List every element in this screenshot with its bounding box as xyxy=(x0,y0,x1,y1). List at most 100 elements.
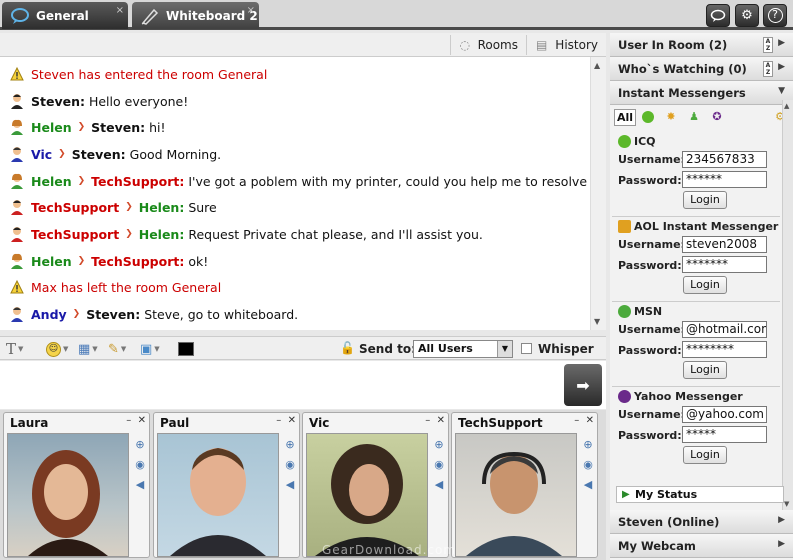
whiteboard-icon xyxy=(141,8,159,25)
msn-password-field[interactable]: ******** xyxy=(682,341,767,358)
send-arrow-icon: ➡ xyxy=(576,375,590,395)
webcam-controls[interactable]: – ✕ xyxy=(425,415,445,426)
recipient-name[interactable]: TechSupport: xyxy=(91,254,184,269)
zoom-icon[interactable]: ⊕ xyxy=(135,438,144,451)
person-silhouette xyxy=(28,450,108,556)
webcam-video xyxy=(306,433,428,557)
zoom-icon[interactable]: ⊕ xyxy=(583,438,592,451)
webcam-controls[interactable]: – ✕ xyxy=(276,415,296,426)
aol-login-button[interactable]: Login xyxy=(683,276,727,294)
msn-username-field[interactable]: @hotmail.com xyxy=(682,321,767,338)
msn-login-button[interactable]: Login xyxy=(683,361,727,379)
msn-icon xyxy=(618,305,631,318)
aol-username-field[interactable]: steven2008 xyxy=(682,236,767,253)
user-in-room-header[interactable]: User In Room (2) AZ ▶ xyxy=(610,33,793,57)
sidebar-scrollbar[interactable]: ▲ ▼ xyxy=(782,100,793,512)
icq-password-field[interactable]: ****** xyxy=(682,171,767,188)
speaker-icon[interactable]: ◀ xyxy=(286,478,294,491)
sender-name[interactable]: Andy xyxy=(31,307,67,322)
webcam-controls[interactable]: – ✕ xyxy=(126,415,146,426)
icq-login-button[interactable]: Login xyxy=(683,191,727,209)
zoom-icon[interactable]: ⊕ xyxy=(434,438,443,451)
help-button[interactable]: ? xyxy=(763,4,787,27)
scroll-up-icon[interactable]: ▲ xyxy=(784,102,789,110)
sort-az-icon[interactable]: AZ xyxy=(763,37,773,53)
chat-scrollbar[interactable]: ▲ ▼ xyxy=(590,57,606,330)
tab-general[interactable]: General × xyxy=(2,2,128,29)
top-tab-bar: General × Whiteboard 2 × ⚙ ? xyxy=(0,0,793,30)
tab-whiteboard[interactable]: Whiteboard 2 × xyxy=(132,2,259,29)
sender-name[interactable]: TechSupport xyxy=(31,227,119,242)
webcam-side-controls[interactable]: ⊕ ◉ ◀ xyxy=(283,435,297,495)
chat-bubble-button[interactable] xyxy=(706,4,730,27)
sort-az-icon[interactable]: AZ xyxy=(763,61,773,77)
instant-messengers-header[interactable]: Instant Messengers ▼ xyxy=(610,81,793,105)
username-label: Username: xyxy=(618,408,685,421)
close-icon[interactable]: × xyxy=(116,5,124,16)
list-item: Steven has entered the room General xyxy=(10,64,267,84)
image-button[interactable]: ▣ ▼ xyxy=(140,339,160,359)
person-silhouette xyxy=(170,448,266,556)
yahoo-icon xyxy=(618,390,631,403)
settings-button[interactable]: ⚙ xyxy=(735,4,759,27)
icq-username-field[interactable]: 234567833 xyxy=(682,151,767,168)
text-format-button[interactable]: T ▼ xyxy=(6,339,23,359)
aol-password-field[interactable]: ******* xyxy=(682,256,767,273)
speaker-icon[interactable]: ◀ xyxy=(136,478,144,491)
webcam-icon[interactable]: ◉ xyxy=(285,458,295,471)
recipient-name[interactable]: Helen: xyxy=(139,227,185,242)
recipient-name[interactable]: TechSupport: xyxy=(91,174,184,189)
message-list: Steven has entered the room General Stev… xyxy=(0,57,606,330)
yahoo-login-button[interactable]: Login xyxy=(683,446,727,464)
my-status-label: My Status xyxy=(635,488,698,501)
yahoo-password-field[interactable]: ***** xyxy=(682,426,767,443)
my-webcam-header[interactable]: My Webcam ▶ xyxy=(610,534,793,558)
whisper-checkbox[interactable] xyxy=(521,343,532,354)
recipient-name[interactable]: Steven: xyxy=(91,120,145,135)
whos-watching-header[interactable]: Who`s Watching (0) AZ ▶ xyxy=(610,57,793,81)
webcam-side-controls[interactable]: ⊕ ◉ ◀ xyxy=(133,435,147,495)
webcam-controls[interactable]: – ✕ xyxy=(574,415,594,426)
webcam-icon[interactable]: ◉ xyxy=(434,458,444,471)
webcam-side-controls[interactable]: ⊕ ◉ ◀ xyxy=(581,435,595,495)
sender-name[interactable]: Helen xyxy=(31,254,72,269)
tab-all[interactable]: All xyxy=(614,109,636,126)
sender-name[interactable]: Helen xyxy=(31,120,72,135)
zoom-icon[interactable]: ⊕ xyxy=(285,438,294,451)
webcam-icon[interactable]: ◉ xyxy=(583,458,593,471)
insert-button[interactable]: ▦ ▼ xyxy=(78,339,98,359)
tab-icq[interactable] xyxy=(639,109,657,126)
history-button[interactable]: ▤ History xyxy=(526,35,604,55)
send-to-select[interactable]: All Users ▼ xyxy=(413,340,513,358)
rooms-button[interactable]: ◌ Rooms xyxy=(450,35,524,55)
tab-msn[interactable]: ♟ xyxy=(685,109,703,126)
tab-aol[interactable]: ✸ xyxy=(662,109,680,126)
scroll-down-icon[interactable]: ▼ xyxy=(784,500,789,508)
recipient-name[interactable]: Steven: xyxy=(72,147,126,162)
close-icon[interactable]: × xyxy=(247,5,255,16)
tab-yahoo[interactable]: ✪ xyxy=(708,109,726,126)
emoticon-button[interactable]: ☺ ▼ xyxy=(46,339,68,359)
sender-name[interactable]: Helen xyxy=(31,174,72,189)
scroll-up-icon[interactable]: ▲ xyxy=(594,61,600,70)
color-picker-button[interactable] xyxy=(178,339,194,359)
recipient-name[interactable]: Steven: xyxy=(86,307,140,322)
my-status-button[interactable]: ▶ My Status xyxy=(616,486,784,503)
yahoo-username-field[interactable]: @yahoo.com xyxy=(682,406,767,423)
sender-name[interactable]: Vic xyxy=(31,147,52,162)
clear-button[interactable]: ✎ ▼ xyxy=(108,339,126,359)
webcam-side-controls[interactable]: ⊕ ◉ ◀ xyxy=(432,435,446,495)
webcam-icon[interactable]: ◉ xyxy=(135,458,145,471)
message-text: hi! xyxy=(149,119,166,135)
scroll-down-icon[interactable]: ▼ xyxy=(594,317,600,326)
rooms-icon: ◌ xyxy=(459,38,471,52)
send-button[interactable]: ➡ xyxy=(564,364,602,406)
speaker-icon[interactable]: ◀ xyxy=(584,478,592,491)
recipient-name[interactable]: Helen: xyxy=(139,200,185,215)
speaker-icon[interactable]: ◀ xyxy=(435,478,443,491)
sender-name[interactable]: Steven: xyxy=(31,94,85,109)
steven-online-header[interactable]: Steven (Online) ▶ xyxy=(610,510,793,534)
sender-name[interactable]: TechSupport xyxy=(31,200,119,215)
message-input[interactable] xyxy=(0,361,606,409)
arrow-right-icon: ❯ xyxy=(125,229,133,239)
